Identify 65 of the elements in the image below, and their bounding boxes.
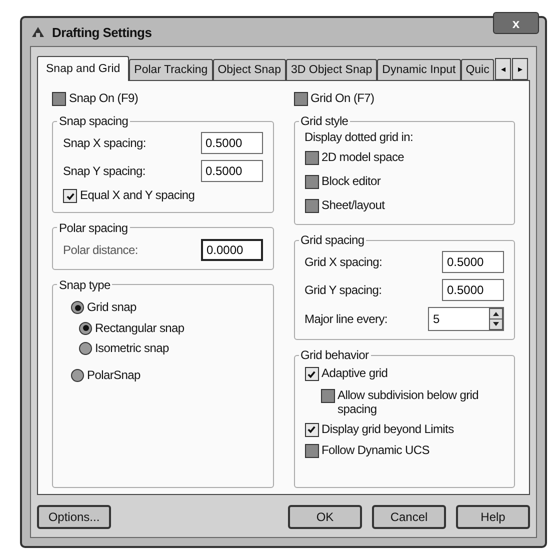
checkbox[interactable] — [52, 92, 66, 106]
tab[interactable]: Dynamic Input — [377, 59, 461, 80]
checkbox[interactable] — [63, 189, 77, 203]
radio-label: Isometric snap — [95, 340, 169, 354]
tab[interactable]: Polar Tracking — [129, 59, 213, 80]
checkbox[interactable] — [320, 388, 334, 402]
group-title: Grid behavior — [300, 348, 370, 362]
tab-scroll-button[interactable]: ◂ — [495, 58, 512, 80]
checkbox-label: 2D model space — [322, 150, 404, 164]
tab[interactable]: Object Snap — [212, 59, 286, 80]
checkbox[interactable] — [304, 175, 318, 189]
group-title: Grid spacing — [300, 233, 366, 247]
checkbox-label: Display grid beyond Limits — [322, 422, 454, 436]
checkbox-label: Adaptive grid — [322, 366, 388, 380]
checkbox[interactable] — [304, 151, 318, 165]
checkmark-icon — [307, 370, 316, 378]
field-label: Snap Y spacing: — [63, 164, 146, 178]
field-label: Grid Y spacing: — [304, 283, 382, 297]
checkbox[interactable] — [304, 422, 318, 436]
checkbox[interactable] — [294, 92, 308, 106]
checkbox-label: Sheet/layout — [322, 198, 385, 212]
tab[interactable]: Quic — [460, 59, 494, 80]
checkbox-label: Follow Dynamic UCS — [322, 443, 430, 457]
input-field[interactable]: 0.5000 — [200, 132, 262, 154]
dialog-button[interactable]: Help — [456, 505, 530, 529]
checkbox-label: Block editor — [322, 174, 381, 188]
checkbox[interactable] — [304, 444, 318, 458]
field-label: Grid X spacing: — [304, 255, 382, 269]
window-title: Drafting Settings — [52, 24, 152, 40]
tab-scroll-button[interactable]: ▸ — [512, 58, 528, 80]
input-field[interactable]: 0.5000 — [442, 279, 504, 301]
tab[interactable]: 3D Object Snap — [286, 59, 378, 80]
spinner-arrows-icon[interactable] — [489, 308, 503, 330]
input-field[interactable]: 0.5000 — [200, 160, 262, 182]
field-label: Major line every: — [304, 312, 388, 326]
checkmark-icon — [307, 425, 316, 434]
radio-label: Rectangular snap — [95, 320, 184, 334]
input-field[interactable]: 0.5000 — [442, 251, 504, 273]
radio-button[interactable] — [71, 301, 84, 314]
radio-button[interactable] — [71, 368, 84, 382]
checkmark-icon — [66, 192, 74, 200]
caption-text: Display dotted grid in: — [304, 130, 414, 144]
checkbox-label: Grid On (F7) — [310, 91, 374, 105]
radio-label: PolarSnap — [87, 368, 140, 382]
checkbox-label: Allow subdivision below grid spacing — [338, 388, 480, 416]
field-label: Snap X spacing: — [63, 136, 146, 150]
input-field[interactable]: 0.0000 — [200, 238, 262, 260]
group-title: Snap type — [58, 278, 112, 292]
group-title: Grid style — [300, 114, 350, 128]
tab[interactable]: Snap and Grid — [37, 56, 130, 81]
checkbox[interactable] — [304, 199, 318, 213]
dialog-button[interactable]: Cancel — [372, 505, 446, 529]
spin-field[interactable]: 5 — [428, 307, 504, 331]
radio-button[interactable] — [79, 322, 92, 334]
checkbox[interactable] — [304, 367, 318, 381]
checkbox-label: Snap On (F9) — [69, 91, 138, 105]
dialog-button[interactable]: OK — [288, 505, 362, 529]
options-button[interactable]: Options... — [37, 505, 111, 529]
checkbox-label: Equal X and Y spacing — [80, 188, 195, 202]
group-title: Snap spacing — [58, 114, 130, 128]
radio-button[interactable] — [79, 342, 92, 354]
radio-label: Grid snap — [87, 300, 136, 314]
group-title: Polar spacing — [58, 220, 129, 234]
close-button[interactable]: x — [493, 12, 539, 34]
field-label: Polar distance: — [63, 242, 138, 256]
